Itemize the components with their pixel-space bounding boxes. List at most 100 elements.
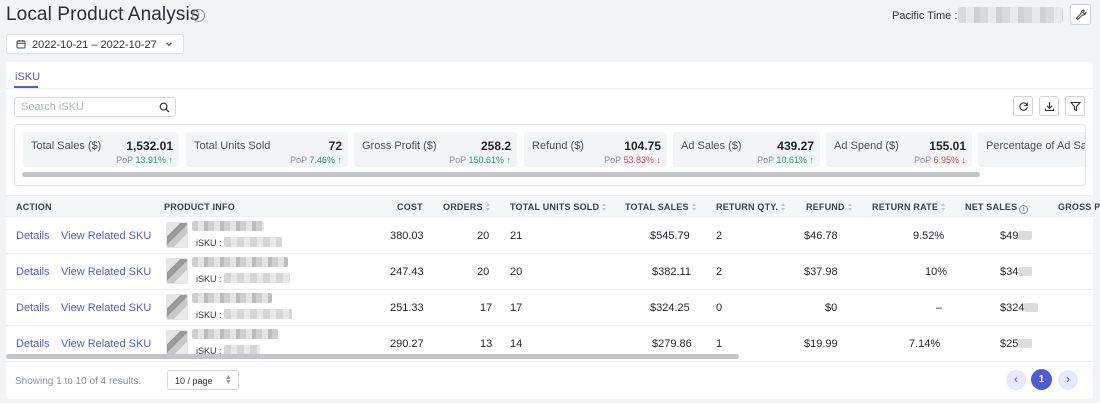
view-related-sku-link[interactable]: View Related SKU (61, 338, 151, 350)
metric-gross-profit: Gross Profit ($) 258.2 PoP 150.61% ↑ (354, 132, 517, 167)
return-qty-cell: 2 (716, 266, 723, 278)
product-name-redacted (192, 221, 264, 231)
download-button[interactable] (1039, 96, 1059, 116)
sort-icon (781, 203, 786, 211)
settings-button[interactable] (1070, 4, 1091, 25)
col-total-sales[interactable]: TOTAL SALES (625, 202, 697, 212)
details-link[interactable]: Details (16, 338, 50, 350)
net-sales-cell: $34 (1000, 266, 1033, 278)
metric-pop: PoP 10.61% ↑ (757, 155, 814, 165)
refund-cell: $37.98 (804, 266, 838, 278)
total-sales-cell: $545.79 (650, 230, 690, 242)
wrench-icon (1075, 9, 1087, 21)
return-rate-cell: 9.52% (913, 230, 945, 242)
date-range-text: 2022-10-21 – 2022-10-27 (32, 39, 157, 51)
col-total-units-sold[interactable]: TOTAL UNITS SOLD (510, 202, 607, 212)
details-link[interactable]: Details (16, 230, 50, 242)
metric-ad-spend: Ad Spend ($) 155.01 PoP 6.95% ↓ (826, 132, 972, 167)
product-thumbnail (166, 222, 188, 248)
tab-isku[interactable]: iSKU (15, 71, 40, 83)
metric-label: Ad Sales ($) (681, 140, 742, 152)
page-1-button[interactable]: 1 (1031, 369, 1052, 390)
isku-value-redacted (224, 309, 292, 319)
return-rate-cell: – (936, 302, 943, 314)
col-refund[interactable]: REFUND (806, 202, 853, 212)
table-scrollbar[interactable] (6, 354, 739, 359)
view-related-sku-link[interactable]: View Related SKU (61, 302, 151, 314)
metric-pop: PoP 6.95% ↓ (914, 155, 966, 165)
metric-pop: PoP 150.61% ↑ (449, 155, 511, 165)
table-footer: Showing 1 to 10 of 4 results. 10 / page … (6, 361, 1093, 399)
info-icon[interactable]: i (192, 9, 205, 22)
refresh-button[interactable] (1013, 96, 1033, 116)
return-qty-cell: 1 (716, 338, 723, 350)
product-name-redacted (192, 329, 278, 339)
isku-label: iSKU : (196, 238, 222, 248)
cost-cell: 290.27 (390, 338, 424, 350)
refund-cell: $0 (825, 302, 838, 314)
product-name-redacted (192, 257, 288, 267)
metric-ad-sales: Ad Sales ($) 439.27 PoP 10.61% ↑ (673, 132, 820, 167)
page-size-select[interactable]: 10 / page ▲ ▼ (167, 370, 239, 390)
metrics-scrollbar[interactable] (22, 172, 980, 177)
isku-value-redacted (224, 273, 290, 283)
download-icon (1044, 102, 1055, 112)
col-return-rate[interactable]: RETURN RATE (872, 202, 946, 212)
orders-cell: 20 (477, 230, 490, 242)
product-thumbnail (166, 294, 188, 320)
search-input[interactable] (21, 100, 151, 114)
metric-value: 439.27 (777, 139, 814, 153)
metric-label: Total Units Sold (194, 140, 271, 152)
metric-value: 155.01 (929, 139, 966, 153)
details-link[interactable]: Details (16, 266, 50, 278)
col-cost: COST (397, 202, 423, 212)
calendar-icon (16, 40, 26, 49)
col-net-sales: NET SALES i (965, 202, 1029, 214)
col-return-qty[interactable]: RETURN QTY. (716, 202, 786, 212)
filter-button[interactable] (1065, 96, 1085, 116)
metric-pop: PoP 53.83% ↓ (604, 155, 661, 165)
next-page-button[interactable]: › (1058, 370, 1078, 390)
metrics-strip: Total Sales ($) 1,532.01 PoP 13.91% ↑ To… (14, 124, 1086, 186)
total-sales-cell: $382.11 (652, 266, 691, 278)
return-qty-cell: 2 (716, 230, 723, 242)
date-range-picker[interactable]: 2022-10-21 – 2022-10-27 (6, 34, 184, 54)
prev-page-button[interactable]: ‹ (1006, 370, 1026, 390)
isku-value-redacted (224, 237, 282, 247)
view-related-sku-link[interactable]: View Related SKU (61, 266, 151, 278)
isku-label: iSKU : (196, 310, 222, 320)
metric-label: Gross Profit ($) (362, 140, 437, 152)
refresh-icon (1019, 102, 1028, 111)
updown-icon: ▲ ▼ (225, 374, 232, 386)
sort-icon (941, 203, 946, 211)
units-cell: 20 (510, 266, 523, 278)
product-thumbnail (166, 258, 188, 284)
metric-refund: Refund ($) 104.75 PoP 53.83% ↓ (524, 132, 667, 167)
net-sales-cell: $25 (1000, 338, 1033, 350)
timezone-value-redacted (958, 7, 1063, 23)
isku-label: iSKU : (196, 274, 222, 284)
sort-icon (691, 203, 697, 211)
search-box[interactable] (14, 97, 176, 117)
search-icon[interactable] (159, 102, 170, 113)
metric-label: Refund ($) (532, 140, 584, 152)
sort-icon (602, 203, 607, 211)
view-related-sku-link[interactable]: View Related SKU (61, 230, 151, 242)
net-sales-cell: $49 (1000, 230, 1033, 242)
table-row: Details View Related SKU iSKU : 247.43 2… (6, 254, 1093, 290)
col-action: ACTION (16, 202, 52, 212)
sort-icon (847, 203, 853, 211)
product-name-redacted (192, 293, 272, 303)
tab-divider (6, 88, 1093, 89)
results-summary: Showing 1 to 10 of 4 results. (15, 376, 142, 387)
details-link[interactable]: Details (16, 302, 50, 314)
main-card: iSKU Total Sales ($) 1,532.01 PoP 13. (6, 62, 1100, 399)
refund-cell: $46.78 (804, 230, 838, 242)
metric-value: 104.75 (624, 139, 661, 153)
col-orders[interactable]: ORDERS (443, 202, 491, 212)
filter-icon (1070, 101, 1081, 112)
info-icon[interactable]: i (1019, 205, 1029, 214)
col-gross-profit: GROSS P (1058, 202, 1100, 212)
metric-value: 72 (328, 139, 342, 153)
units-cell: 17 (510, 302, 523, 314)
